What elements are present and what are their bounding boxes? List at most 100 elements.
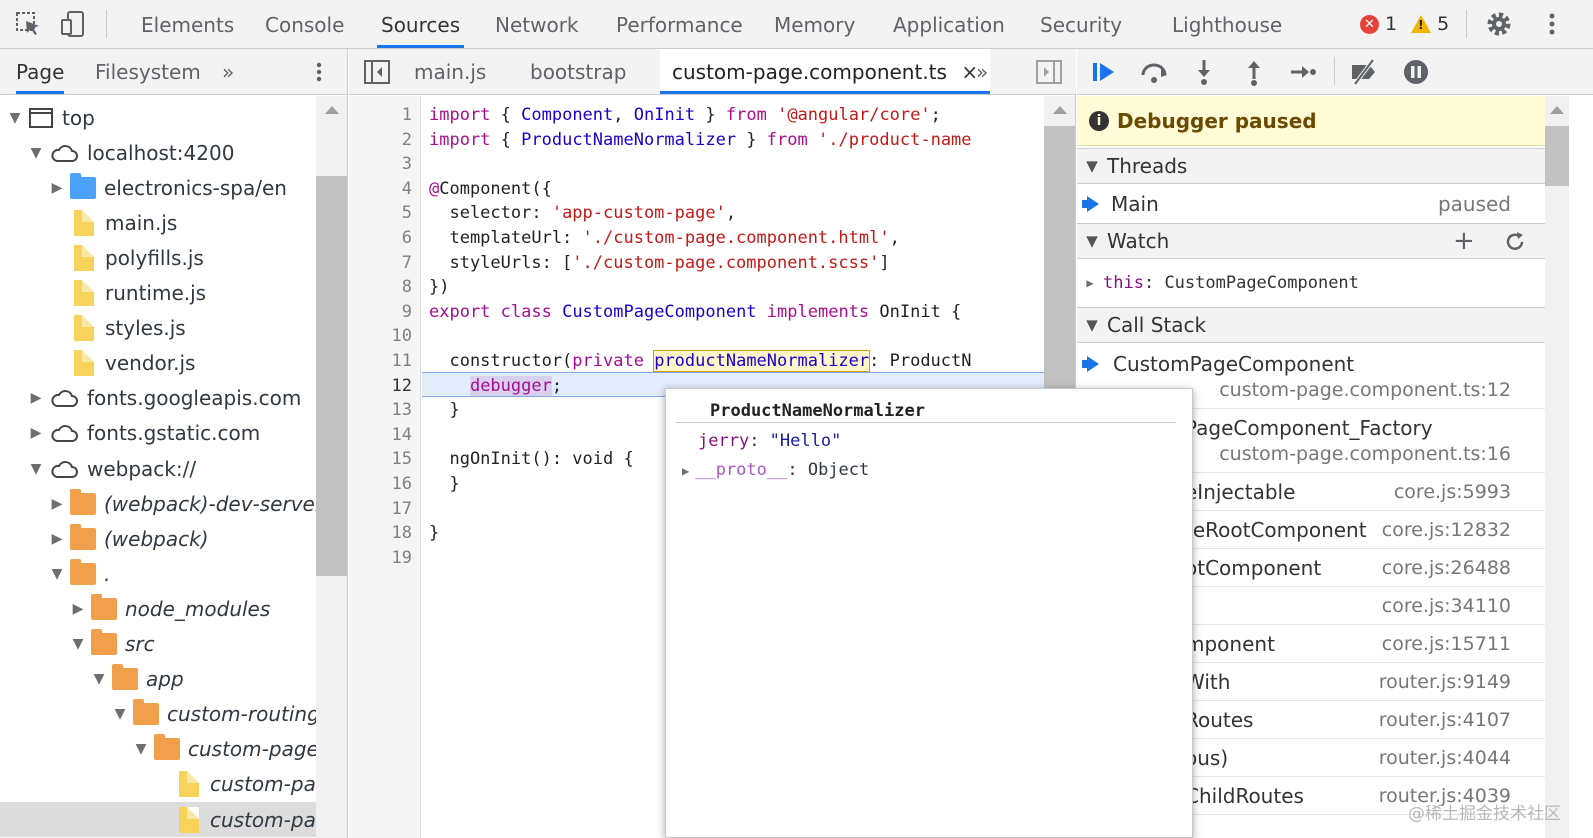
tree-item[interactable]: styles.js <box>0 311 316 346</box>
sidebar-scrollbar-thumb[interactable] <box>1545 126 1569 186</box>
expanded-triangle-icon[interactable]: ▼ <box>90 671 108 687</box>
line-number[interactable]: 1 <box>352 103 412 128</box>
device-toolbar-icon[interactable] <box>58 8 90 40</box>
refresh-watch-icon[interactable] <box>1503 230 1527 254</box>
tree-item[interactable]: ▼ custom-routing <box>0 697 316 732</box>
settings-gear-icon[interactable] <box>1483 8 1515 40</box>
tab-memory[interactable]: Memory <box>770 0 859 48</box>
tab-console[interactable]: Console <box>261 0 348 48</box>
editor-tab-main-js[interactable]: main.js <box>414 49 486 94</box>
collapsed-triangle-icon[interactable]: ▶ <box>27 425 45 441</box>
frame-location[interactable]: router.js:9149 <box>1379 663 1511 701</box>
collapsed-triangle-icon[interactable]: ▶ <box>27 390 45 406</box>
collapsed-triangle-icon[interactable]: ▶ <box>48 180 66 196</box>
line-number[interactable]: 12 <box>352 374 412 399</box>
tree-item[interactable]: ▼ webpack:// <box>0 451 316 486</box>
frame-location[interactable]: router.js:4107 <box>1379 701 1511 739</box>
tree-item[interactable]: main.js <box>0 205 316 240</box>
proto-row[interactable]: ▶ __proto__: Object <box>682 460 869 480</box>
toggle-debugger-icon[interactable] <box>1035 59 1063 85</box>
frame-location[interactable]: router.js:4044 <box>1379 739 1511 777</box>
tab-network[interactable]: Network <box>491 0 583 48</box>
line-number[interactable]: 7 <box>352 251 412 276</box>
expanded-triangle-icon[interactable]: ▼ <box>132 741 150 757</box>
deactivate-breakpoints-icon[interactable] <box>1349 57 1379 87</box>
tree-item[interactable]: ▶ node_modules <box>0 591 316 626</box>
tree-item[interactable]: ▼ localhost:4200 <box>0 135 316 170</box>
expanded-triangle-icon[interactable]: ▼ <box>111 706 129 722</box>
frame-location[interactable]: custom-page.component.ts:12 <box>1219 371 1511 409</box>
line-number-gutter[interactable]: 1 2 3 4 5 6 7 8 9 10 11 12 13 14 15 16 17 18 19 <box>349 96 421 838</box>
tree-item[interactable]: polyfills.js <box>0 240 316 275</box>
expanded-triangle-icon[interactable]: ▼ <box>27 145 45 161</box>
collapsed-triangle-icon[interactable]: ▶ <box>69 601 87 617</box>
frame-location[interactable]: core.js:5993 <box>1394 473 1511 511</box>
editor-tab-bootstrap[interactable]: bootstrap <box>530 49 626 94</box>
line-number[interactable]: 18 <box>352 521 412 546</box>
navigator-more-tabs[interactable]: » <box>222 49 234 94</box>
line-number[interactable]: 11 <box>352 349 412 374</box>
tab-performance[interactable]: Performance <box>612 0 747 48</box>
line-number[interactable]: 6 <box>352 226 412 251</box>
line-number[interactable]: 16 <box>352 472 412 497</box>
line-number[interactable]: 4 <box>352 177 412 202</box>
line-number[interactable]: 14 <box>352 423 412 448</box>
frame-location[interactable]: core.js:34110 <box>1382 587 1511 625</box>
frame-location[interactable]: custom-page.component.ts:16 <box>1219 435 1511 473</box>
tab-filesystem[interactable]: Filesystem <box>95 49 201 94</box>
frame-location[interactable]: core.js:26488 <box>1382 549 1511 587</box>
expanded-triangle-icon[interactable]: ▼ <box>6 110 24 126</box>
sidebar-scrollbar[interactable] <box>1545 96 1569 838</box>
tree-item[interactable]: vendor.js <box>0 346 316 381</box>
line-number[interactable]: 3 <box>352 152 412 177</box>
line-number[interactable]: 15 <box>352 447 412 472</box>
watch-expression[interactable]: ▶ this: CustomPageComponent <box>1077 261 1545 305</box>
tree-item[interactable]: ▶ fonts.gstatic.com <box>0 416 316 451</box>
scroll-up-icon[interactable] <box>1053 106 1067 114</box>
tree-item[interactable]: custom-pag <box>0 802 316 837</box>
scroll-up-icon[interactable] <box>325 106 339 114</box>
line-number[interactable]: 5 <box>352 201 412 226</box>
frame-location[interactable]: core.js:12832 <box>1382 511 1511 549</box>
tree-item[interactable]: ▶ (webpack)-dev-server <box>0 486 316 521</box>
tree-item[interactable]: ▼ src <box>0 627 316 662</box>
step-into-icon[interactable] <box>1189 57 1219 87</box>
tree-item[interactable]: runtime.js <box>0 276 316 311</box>
line-number[interactable]: 17 <box>352 497 412 522</box>
tree-item[interactable]: ▶ fonts.googleapis.com <box>0 381 316 416</box>
line-number[interactable]: 19 <box>352 546 412 571</box>
tree-item[interactable]: ▶ electronics-spa/en <box>0 170 316 205</box>
tree-item[interactable]: ▼ custom-page <box>0 732 316 767</box>
navigator-menu-icon[interactable] <box>306 59 332 85</box>
add-watch-icon[interactable]: + <box>1453 226 1475 256</box>
tree-item[interactable]: ▶ (webpack) <box>0 521 316 556</box>
inspect-element-icon[interactable] <box>12 8 44 40</box>
tab-lighthouse[interactable]: Lighthouse <box>1168 0 1286 48</box>
collapsed-triangle-icon[interactable]: ▶ <box>48 496 66 512</box>
scroll-up-icon[interactable] <box>1550 106 1564 114</box>
step-over-icon[interactable] <box>1139 57 1169 87</box>
toggle-navigator-icon[interactable] <box>363 59 391 85</box>
callstack-section-header[interactable]: ▼ Call Stack <box>1077 307 1545 343</box>
resume-icon[interactable] <box>1089 57 1119 87</box>
tab-page[interactable]: Page <box>16 49 65 94</box>
tab-elements[interactable]: Elements <box>137 0 238 48</box>
line-number[interactable]: 13 <box>352 398 412 423</box>
tree-item[interactable]: ▼. <box>0 556 316 591</box>
expanded-triangle-icon[interactable]: ▼ <box>69 636 87 652</box>
tab-security[interactable]: Security <box>1036 0 1126 48</box>
tree-item[interactable]: custom-pag <box>0 767 316 802</box>
expanded-triangle-icon[interactable]: ▼ <box>48 566 66 582</box>
tree-item[interactable]: ▼ top <box>0 100 316 135</box>
issue-counts[interactable]: ✕ 1 5 <box>1360 10 1449 38</box>
step-icon[interactable] <box>1287 57 1317 87</box>
line-number[interactable]: 8 <box>352 275 412 300</box>
collapsed-triangle-icon[interactable]: ▶ <box>48 531 66 547</box>
line-number[interactable]: 10 <box>352 324 412 349</box>
frame-location[interactable]: core.js:15711 <box>1382 625 1511 663</box>
tree-item[interactable]: ▼ app <box>0 662 316 697</box>
line-number[interactable]: 9 <box>352 300 412 325</box>
editor-more-tabs[interactable]: » <box>976 49 988 94</box>
step-out-icon[interactable] <box>1239 57 1269 87</box>
editor-tab-custom-page[interactable]: custom-page.component.ts × <box>660 49 991 94</box>
